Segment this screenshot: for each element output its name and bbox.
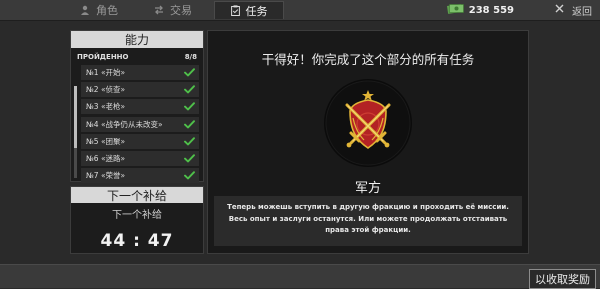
mission-item[interactable]: №3 «老枪» — [81, 99, 199, 115]
back-label: 返回 — [572, 6, 592, 18]
passed-row: ПРОЙДЕННО 8/8 — [71, 48, 203, 65]
bottom-bar: 以收取奖励 — [0, 264, 600, 289]
person-icon — [80, 5, 90, 15]
mission-item[interactable]: №4 «战争仍从未改变» — [81, 116, 199, 132]
checkmark-icon — [184, 102, 195, 111]
mission-label: №5 «团聚» — [86, 136, 126, 146]
tab-missions[interactable]: 任务 — [214, 1, 284, 19]
mission-item[interactable]: №7 «荣誉» — [81, 168, 199, 184]
tab-character[interactable]: 角色 — [64, 1, 134, 19]
checkmark-icon — [184, 119, 195, 129]
supply-timer: 44 : 47 — [100, 231, 174, 251]
faction-description: Теперь можешь вступить в другую фракцию … — [214, 196, 522, 246]
mission-item[interactable]: №5 «团聚» — [81, 133, 199, 149]
checkmark-icon — [184, 85, 195, 94]
cash-icon — [446, 3, 464, 17]
tab-trade[interactable]: 交易 — [138, 1, 208, 19]
trade-arrows-icon — [154, 5, 164, 15]
back-button[interactable]: 返回 — [555, 2, 592, 18]
tab-label: 交易 — [170, 4, 192, 17]
supply-title: 下一个补给 — [71, 187, 203, 203]
faction-name: 军方 — [354, 181, 381, 196]
top-bar: 角色 交易 任务 238 559 返回 — [0, 0, 600, 21]
tab-label: 任务 — [245, 4, 268, 18]
mission-label: №3 «老枪» — [86, 102, 126, 112]
money-amount: 238 559 — [468, 4, 514, 16]
ability-panel: 能力 ПРОЙДЕННО 8/8 №1 «开始» №2 «侦查» №3 «老枪» №4… — [70, 30, 204, 184]
mission-item[interactable]: №1 «开始» — [81, 65, 199, 80]
mission-list-scrollbar[interactable] — [74, 86, 77, 178]
ability-title: 能力 — [71, 31, 203, 48]
mission-label: №6 «迷路» — [86, 154, 126, 163]
mission-label: №2 «侦查» — [86, 85, 126, 95]
money-display: 238 559 — [446, 3, 514, 17]
clipboard-icon — [230, 5, 240, 16]
mission-item[interactable]: №2 «侦查» — [81, 82, 199, 98]
claim-reward-button[interactable]: 以收取奖励 — [529, 269, 596, 289]
checkmark-icon — [184, 171, 195, 180]
main-panel: 干得好！你完成了这个部分的所有任务 军方 Теперь можешь вступ… — [207, 30, 529, 254]
supply-subtitle: 下一个补给 — [112, 210, 162, 221]
completion-title: 干得好！你完成了这个部分的所有任务 — [261, 52, 475, 67]
passed-count: 8/8 — [184, 52, 197, 61]
close-icon — [555, 4, 564, 16]
mission-label: №7 «荣誉» — [86, 171, 126, 181]
mission-item[interactable]: №6 «迷路» — [81, 151, 199, 166]
faction-emblem-icon — [323, 78, 413, 168]
supply-panel: 下一个补给 下一个补给 44 : 47 — [70, 186, 204, 254]
mission-label: №4 «战争仍从未改变» — [86, 119, 163, 129]
checkmark-icon — [184, 68, 195, 77]
checkmark-icon — [184, 154, 195, 163]
checkmark-icon — [184, 137, 195, 146]
passed-label: ПРОЙДЕННО — [77, 52, 129, 61]
tab-label: 角色 — [96, 4, 118, 17]
mission-label: №1 «开始» — [86, 68, 126, 77]
